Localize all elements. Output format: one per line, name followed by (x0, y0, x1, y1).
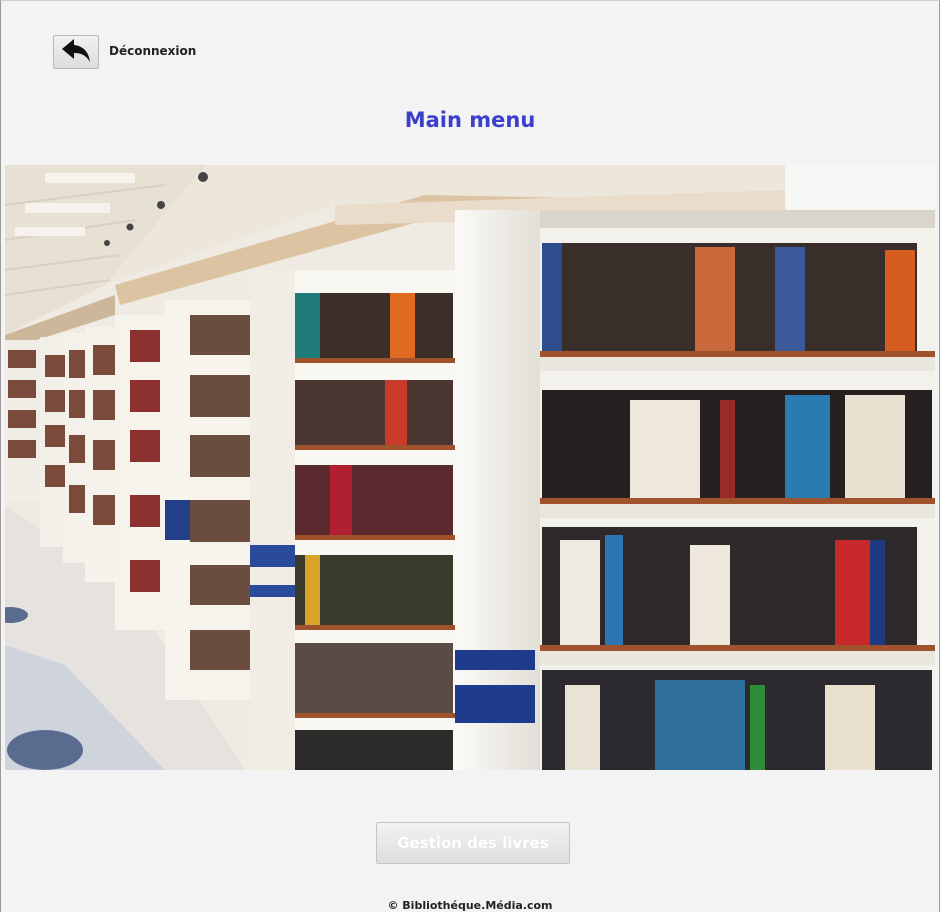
reply-arrow-icon (59, 36, 93, 68)
page-title: Main menu (404, 108, 536, 132)
logout-button[interactable] (53, 35, 99, 69)
library-photo (5, 165, 935, 770)
footer-copyright: © Bibliothéque.Média.com (387, 899, 553, 912)
library-bookshelves-illustration (5, 165, 935, 770)
logout-label[interactable]: Déconnexion (109, 44, 196, 58)
books-management-button[interactable]: Gestion des livres (376, 822, 570, 864)
